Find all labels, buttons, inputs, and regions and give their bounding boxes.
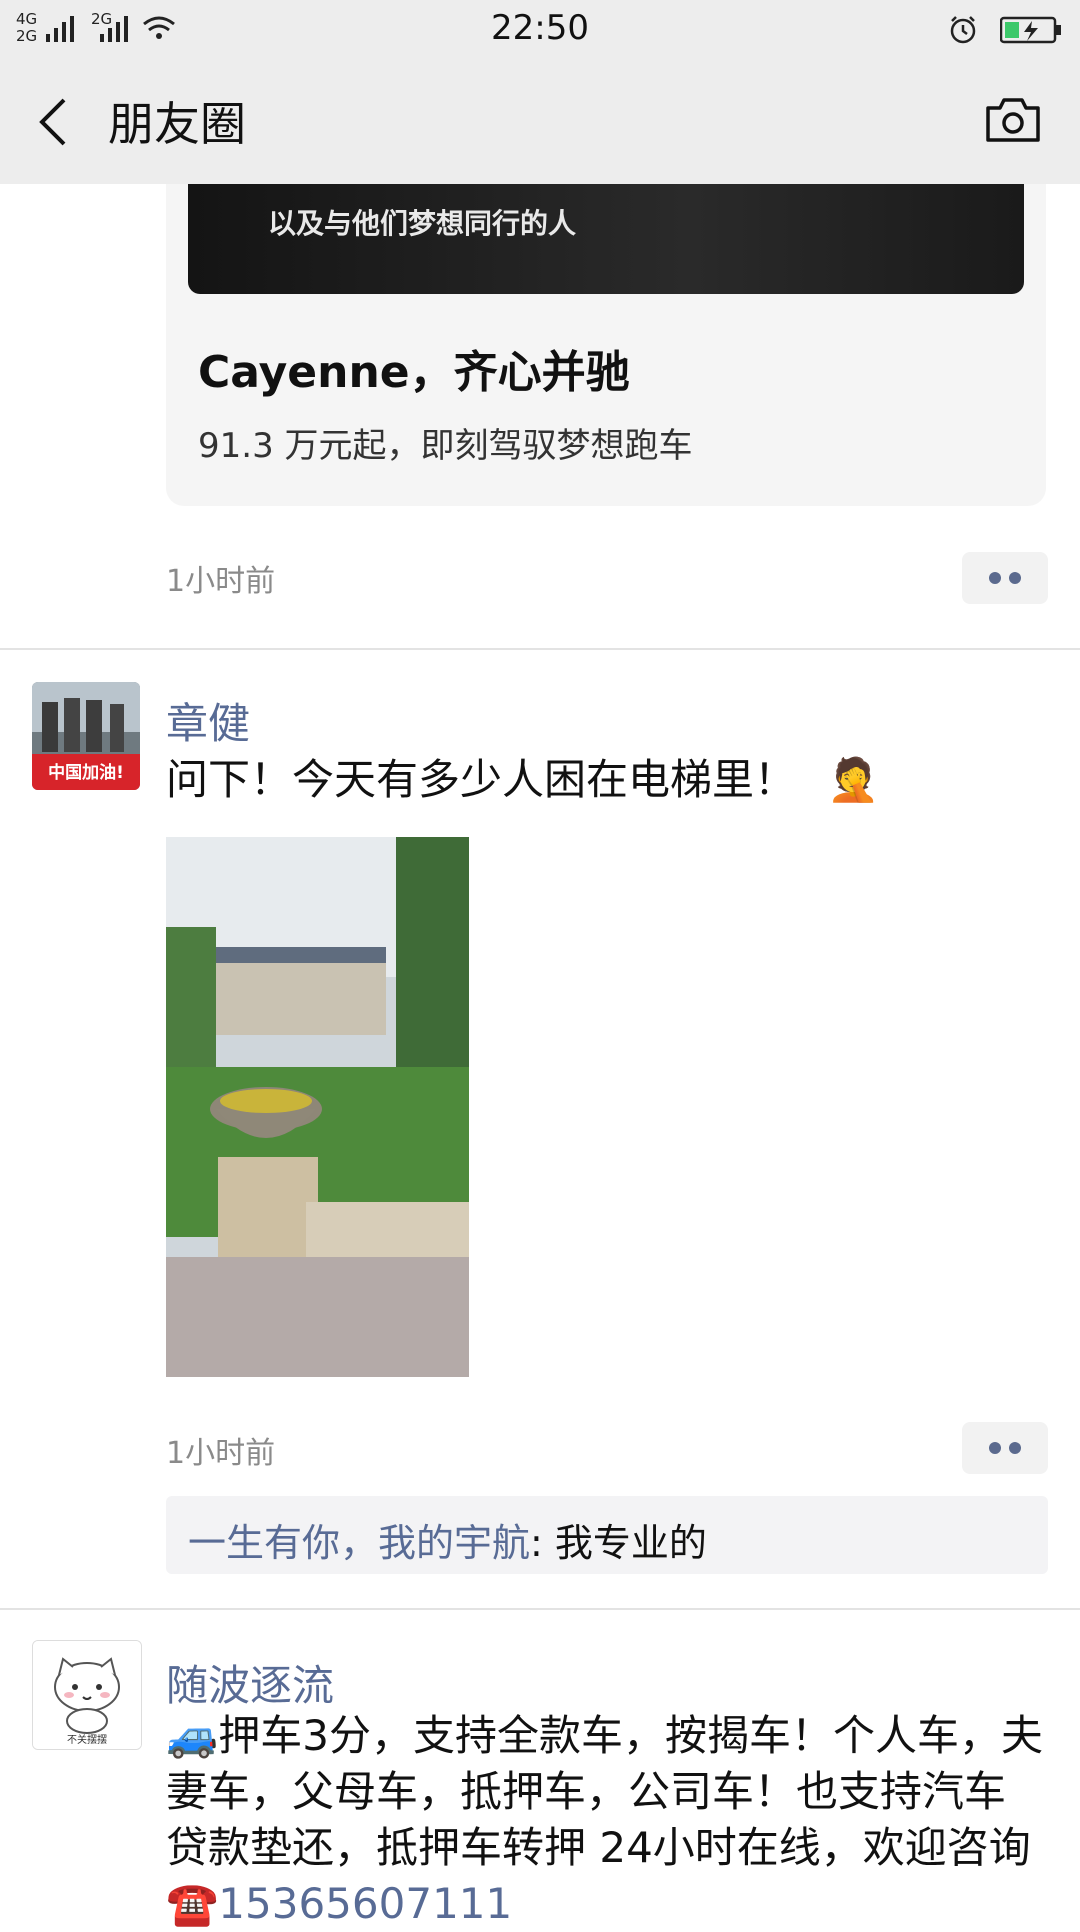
facepalm-icon: 🤦	[827, 755, 880, 804]
post-text: 问下！今天有多少人困在电梯里！ 🤦	[166, 752, 880, 808]
dot-icon	[1009, 572, 1021, 584]
svg-text:中国加油!: 中国加油!	[48, 762, 124, 783]
alarm-icon	[950, 16, 976, 44]
more-button[interactable]	[962, 1422, 1048, 1474]
more-button[interactable]	[962, 552, 1048, 604]
divider	[0, 648, 1080, 650]
phone-link[interactable]: 15365607111	[218, 1879, 512, 1928]
phone-icon: ☎️	[166, 1879, 219, 1928]
post-text-body: 问下！今天有多少人困在电梯里！	[166, 755, 797, 804]
dot-icon	[989, 1442, 1001, 1454]
divider	[0, 1608, 1080, 1610]
back-arrow-icon[interactable]	[30, 94, 78, 150]
photo-garden-image	[166, 837, 469, 1377]
post-photo[interactable]	[166, 837, 469, 1377]
post-author-name[interactable]: 随波逐流	[166, 1652, 334, 1713]
comment-text: 我专业的	[554, 1521, 707, 1565]
dot-icon	[989, 572, 1001, 584]
avatar[interactable]: 中国加油!	[32, 682, 140, 790]
status-bar: 4G 2G 2G 22:50	[0, 0, 1080, 58]
comment[interactable]: 一生有你，我的宇航: 我专业的	[188, 1512, 707, 1567]
status-right	[948, 10, 1062, 50]
post-text: 🚙押车3分，支持全款车，按揭车！个人车，夫妻车，父母车，抵押车，公司车！也支持汽…	[166, 1708, 1046, 1932]
comment-section: 一生有你，我的宇航: 我专业的	[166, 1496, 1048, 1574]
camera-icon[interactable]	[984, 94, 1042, 146]
avatar-image: 中国加油!	[32, 682, 140, 790]
car-icon: 🚙	[166, 1711, 219, 1760]
ad-banner-text: 以及与他们梦想同行的人	[268, 207, 577, 240]
ad-title: Cayenne，齐心并驰	[198, 347, 630, 398]
comment-separator: :	[530, 1521, 555, 1565]
status-time: 22:50	[491, 8, 589, 48]
page-title: 朋友圈	[108, 97, 246, 151]
ad-subtitle: 91.3 万元起，即刻驾驭梦想跑车	[198, 426, 693, 466]
ad-time: 1小时前	[166, 564, 276, 599]
comment-author[interactable]: 一生有你，我的宇航	[188, 1521, 530, 1565]
nav-header: 朋友圈	[0, 58, 1080, 184]
post-author-name[interactable]: 章健	[166, 690, 250, 751]
ad-card[interactable]: 以及与他们梦想同行的人 Cayenne，齐心并驰 91.3 万元起，即刻驾驭梦想…	[166, 184, 1046, 506]
avatar-cat-image: 不关摆摆	[33, 1641, 141, 1749]
dot-icon	[1009, 1442, 1021, 1454]
post-time: 1小时前	[166, 1436, 276, 1471]
post-text-body: 押车3分，支持全款车，按揭车！个人车，夫妻车，父母车，抵押车，公司车！也支持汽车…	[166, 1711, 1044, 1872]
svg-text:不关摆摆: 不关摆摆	[67, 1733, 107, 1746]
ad-banner-image: 以及与他们梦想同行的人	[188, 184, 1024, 294]
battery-icon	[1000, 16, 1061, 44]
avatar[interactable]: 不关摆摆	[32, 1640, 142, 1750]
